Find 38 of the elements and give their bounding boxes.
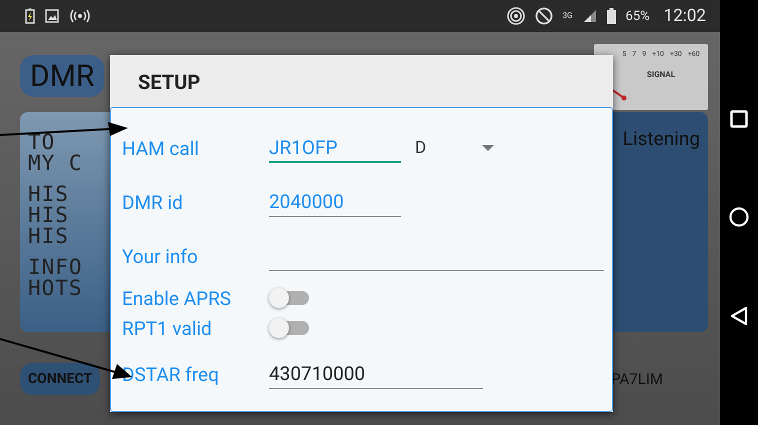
meter-label: SIGNAL (646, 70, 676, 79)
broadcast-icon (69, 9, 91, 23)
connect-button[interactable]: CONNECT (20, 362, 100, 394)
callsign-text: PA7LIM (611, 370, 663, 388)
field-label: HAM call (122, 136, 200, 160)
network-type: 3G (562, 12, 573, 20)
recents-icon[interactable] (730, 110, 748, 128)
input-field[interactable]: 2040000 (269, 187, 401, 217)
battery-charging-icon (25, 8, 35, 24)
display-line: HIS (28, 184, 69, 205)
hotspot-icon (506, 7, 525, 25)
toggle-label: RPT1 valid (122, 316, 213, 340)
display-line: HIS (28, 205, 69, 226)
clock-time: 12:02 (664, 6, 706, 26)
blocked-icon (534, 7, 553, 25)
signal-icon (582, 9, 597, 23)
battery-icon (606, 8, 616, 24)
input-field[interactable]: JR1OFP (269, 133, 401, 163)
mode-button[interactable]: DMR (20, 55, 104, 97)
home-icon[interactable] (729, 206, 749, 226)
field-label: DMR id (122, 190, 184, 214)
battery-percent: 65% (626, 8, 650, 24)
status-text: Listening (622, 127, 701, 152)
field-label: Your info (122, 244, 199, 268)
display-line: MY C (28, 153, 83, 174)
dropdown[interactable]: D (415, 138, 494, 158)
display-line: HOTS (28, 278, 83, 299)
image-icon (45, 9, 59, 23)
display-line: TO (28, 132, 56, 153)
caret-icon (482, 144, 494, 152)
dialog-title: SETUP (138, 70, 200, 94)
back-icon[interactable] (730, 306, 748, 326)
display-line: HIS (28, 226, 69, 247)
toggle-switch[interactable] (269, 318, 309, 338)
input-field[interactable]: 430710000 (269, 359, 483, 389)
toggle-label: Enable APRS (122, 286, 232, 310)
toggle-switch[interactable] (269, 288, 309, 308)
display-line: INFO (28, 257, 83, 278)
